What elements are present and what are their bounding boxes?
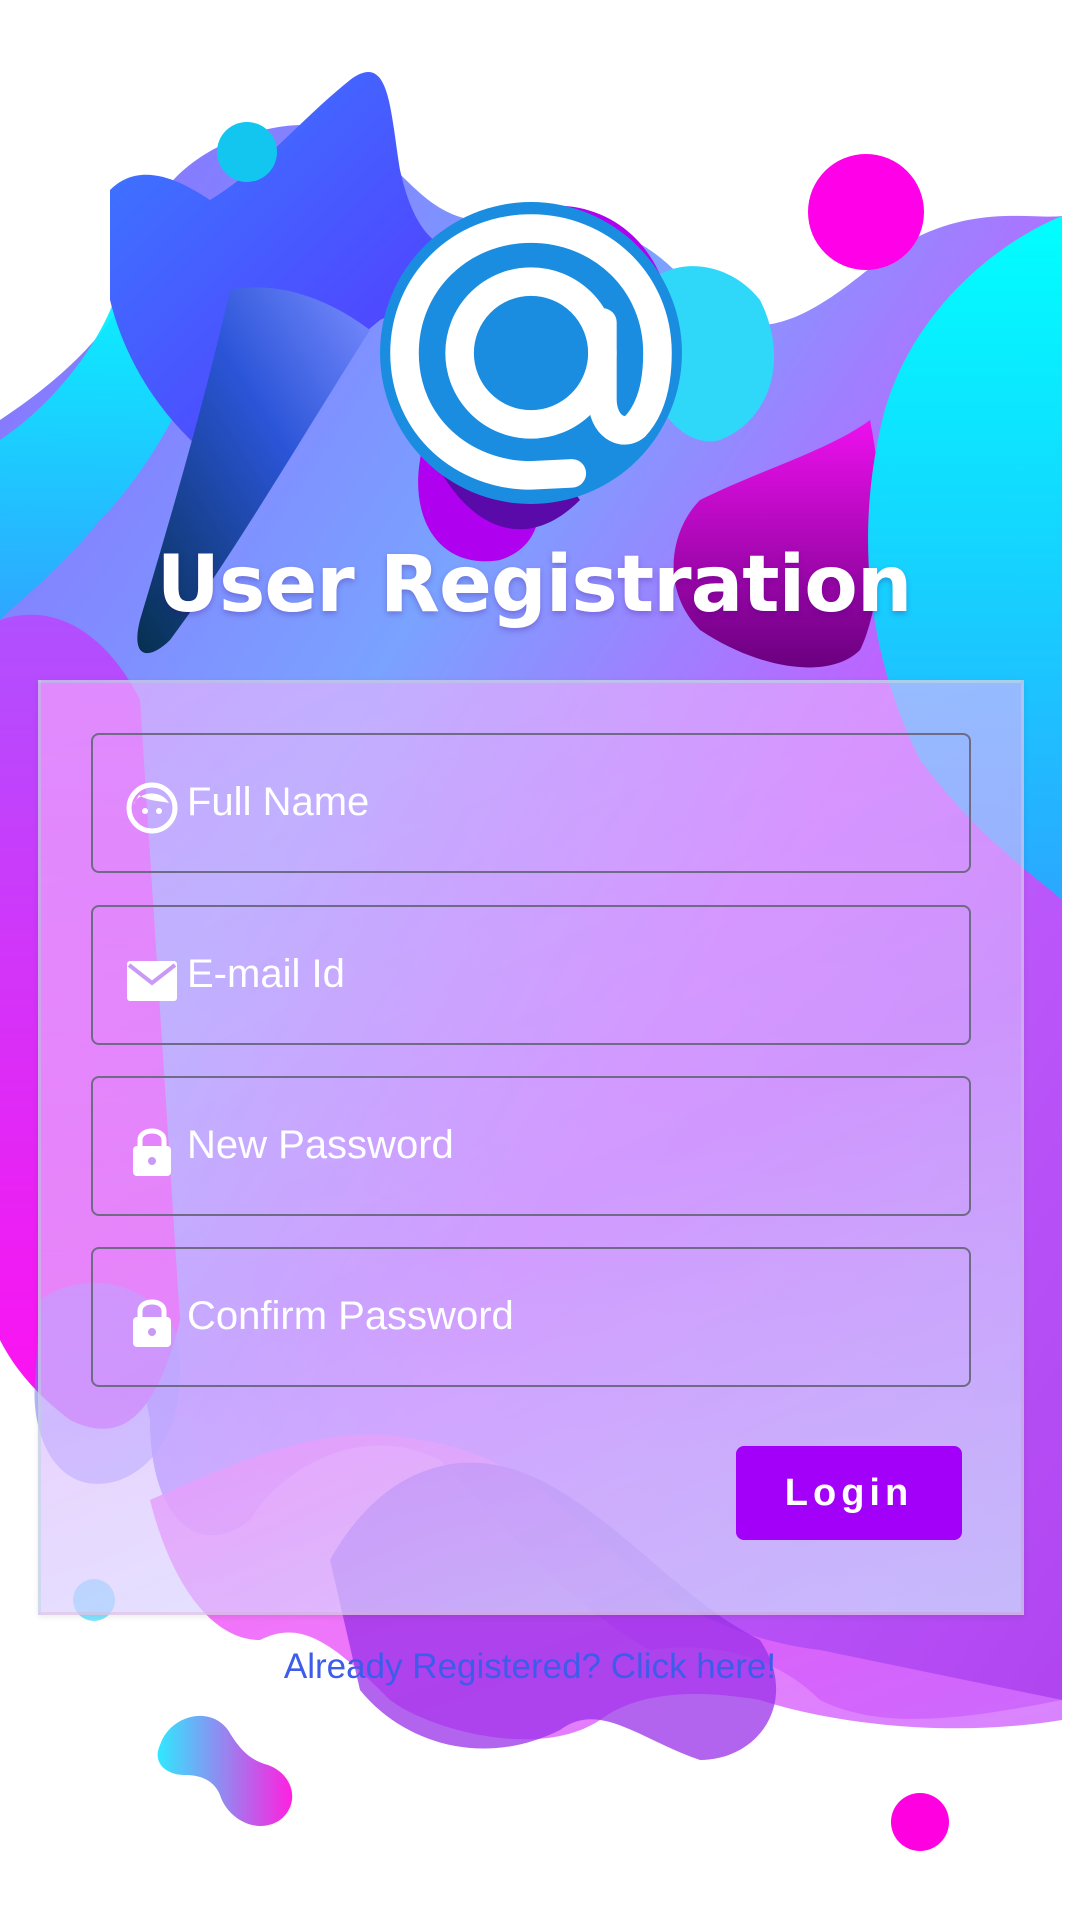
lock-icon [133, 1128, 171, 1176]
registration-screen: User Registration Full Name E-mail Id Lo… [0, 0, 1080, 1920]
page-title: User Registration [156, 540, 913, 630]
full-name-input[interactable] [187, 735, 947, 870]
face-icon [126, 782, 178, 834]
full-name-field[interactable] [91, 733, 971, 873]
confirm-password-input[interactable] [187, 1249, 947, 1384]
registration-card: Login [38, 680, 1024, 1615]
already-registered-link[interactable]: Already Registered? Click here! [0, 1647, 1060, 1687]
lock-icon [133, 1299, 171, 1347]
email-field[interactable] [91, 905, 971, 1045]
login-button[interactable]: Login [736, 1446, 962, 1540]
at-sign-logo-icon [380, 202, 682, 504]
confirm-password-field[interactable] [91, 1247, 971, 1387]
new-password-input[interactable] [187, 1078, 947, 1213]
email-input[interactable] [187, 907, 947, 1042]
new-password-field[interactable] [91, 1076, 971, 1216]
envelope-icon [127, 961, 177, 1001]
